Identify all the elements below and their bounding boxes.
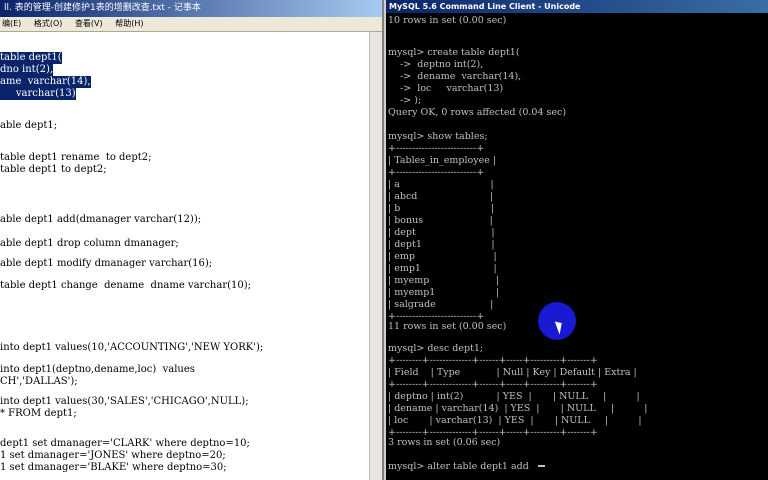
- menu-view[interactable]: 查看(V): [75, 19, 103, 28]
- mysql-console-window: MySQL 5.6 Command Line Client - Unicode …: [386, 0, 768, 480]
- text-cursor: [538, 465, 545, 467]
- notepad-line: table dept1 rename to dept2;: [0, 152, 152, 163]
- console-line: | abcd |: [388, 191, 494, 202]
- notepad-line: 1 set dmanager='JONES' where deptno=20;: [0, 450, 226, 461]
- menu-help[interactable]: 帮助(H): [115, 19, 143, 28]
- console-line: Query OK, 0 rows affected (0.04 sec): [388, 107, 567, 118]
- console-line: 10 rows in set (0.00 sec): [388, 15, 507, 26]
- notepad-line: dno int(2),: [0, 64, 54, 76]
- console-line: mysql> create table dept1(: [388, 47, 520, 58]
- console-line: | bonus |: [388, 215, 493, 226]
- notepad-line: able dept1 drop column dmanager;: [0, 238, 179, 249]
- console-line: -> loc varchar(13): [388, 83, 504, 94]
- console-line: | Field | Type | Null | Key | Default | …: [388, 367, 637, 378]
- notepad-menu-bar: 编(E) 格式(O) 查看(V) 帮助(H): [0, 17, 382, 32]
- console-line: | loc | varchar(13) | YES | | NULL | |: [388, 415, 642, 426]
- console-line: | a |: [388, 179, 494, 190]
- notepad-line: able dept1 add(dmanager varchar(12));: [0, 214, 202, 225]
- notepad-line: table dept1 to dept2;: [0, 164, 107, 175]
- console-line: +-------------------------+: [388, 143, 485, 154]
- notepad-line: able dept1 modify dmanager varchar(16);: [0, 258, 213, 269]
- console-line: | Tables_in_employee |: [388, 155, 497, 166]
- menu-edit[interactable]: 编(E): [2, 19, 21, 28]
- console-line: +-------------------------+: [388, 167, 485, 178]
- console-line: | dename | varchar(14) | YES | | NULL | …: [388, 403, 648, 414]
- notepad-line: CH','DALLAS');: [0, 376, 78, 387]
- console-line: -> dename varchar(14),: [388, 71, 522, 82]
- console-line: | deptno | int(2) | YES | | NULL | |: [388, 391, 640, 402]
- notepad-window: ll. 表的管理-创建修护1表的增删改查.txt - 记事本 编(E) 格式(O…: [0, 0, 384, 480]
- console-title-bar: MySQL 5.6 Command Line Client - Unicode: [386, 0, 768, 13]
- console-line: | salgrade |: [388, 299, 494, 310]
- console-line: | emp |: [388, 251, 497, 262]
- console-line: mysql> desc dept1;: [388, 343, 484, 354]
- console-output[interactable]: 10 rows in set (0.00 sec) mysql> create t…: [388, 15, 768, 480]
- console-line: | dept1 |: [388, 239, 495, 250]
- console-line: | b |: [388, 203, 495, 214]
- notepad-line: varchar(13): [0, 88, 76, 100]
- notepad-line: ame varchar(14),: [0, 76, 91, 88]
- notepad-scrollbar[interactable]: [369, 32, 382, 480]
- notepad-line: able dept1;: [0, 120, 58, 131]
- console-line: +--------+-------------+------+-----+---…: [388, 379, 598, 390]
- notepad-line: table dept1(: [0, 52, 62, 64]
- console-line: | emp1 |: [388, 263, 497, 274]
- notepad-line: into dept1 values(10,'ACCOUNTING','NEW Y…: [0, 342, 264, 353]
- notepad-text-area[interactable]: table dept1(dno int(2), ame varchar(14), …: [0, 32, 372, 480]
- notepad-line: into dept1 values(30,'SALES','CHICAGO',N…: [0, 396, 249, 407]
- notepad-title-bar: ll. 表的管理-创建修护1表的增删改查.txt - 记事本: [0, 0, 382, 17]
- console-line: -> deptno int(2),: [388, 59, 484, 70]
- console-line: +--------+-------------+------+-----+---…: [388, 355, 598, 366]
- console-line: 3 rows in set (0.06 sec): [388, 437, 501, 448]
- console-line: | dept |: [388, 227, 495, 238]
- notepad-line: table dept1 change dename dname varchar(…: [0, 280, 252, 291]
- notepad-line: * FROM dept1;: [0, 408, 77, 419]
- console-line: mysql> alter table dept1 add: [388, 461, 529, 472]
- menu-format[interactable]: 格式(O): [34, 19, 63, 28]
- notepad-line: dept1 set dmanager='CLARK' where deptno=…: [0, 438, 250, 449]
- console-line: mysql> show tables;: [388, 131, 488, 142]
- console-line: -> );: [388, 95, 422, 106]
- console-line: | myemp1 |: [388, 287, 499, 298]
- console-line: 11 rows in set (0.00 sec): [388, 321, 507, 332]
- notepad-line: into dept1(deptno,dename,loc) values: [0, 364, 195, 375]
- notepad-line: 1 set dmanager='BLAKE' where deptno=30;: [0, 462, 227, 473]
- console-line: | myemp |: [388, 275, 499, 286]
